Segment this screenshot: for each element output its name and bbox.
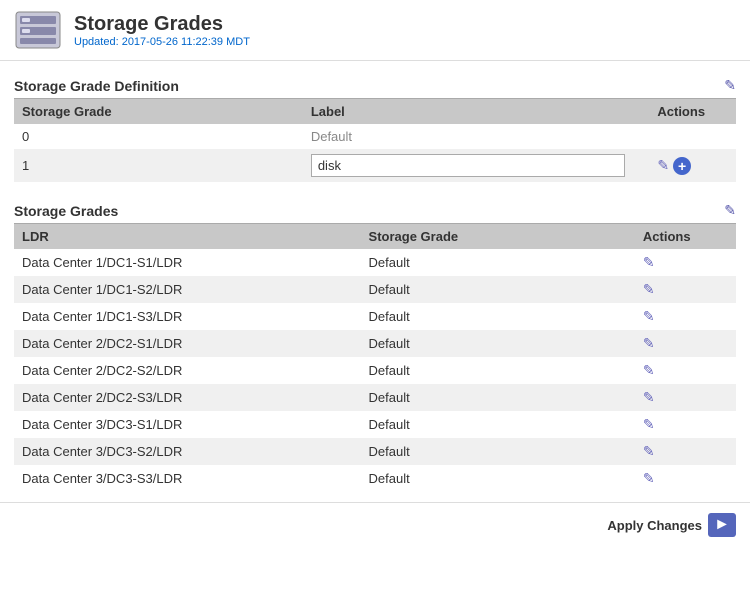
grade-ldr-cell: Data Center 1/DC1-S1/LDR [14,249,361,276]
header-text: Storage Grades Updated: 2017-05-26 11:22… [74,13,250,48]
pencil-icon[interactable]: ✎ [643,443,655,459]
grades-col-actions: Actions [635,224,736,249]
def-grade-cell: 1 [14,149,303,182]
definitions-edit-icon[interactable]: ✎ [724,77,736,94]
table-row: Data Center 3/DC3-S1/LDRDefault ✎ [14,411,736,438]
table-row: Data Center 1/DC1-S3/LDRDefault ✎ [14,303,736,330]
grade-actions-cell: ✎ [635,249,736,276]
grade-actions-cell: ✎ [635,411,736,438]
grades-section-title: Storage Grades [14,203,118,219]
footer-bar: Apply Changes ► [0,502,750,547]
pencil-icon[interactable]: ✎ [643,362,655,378]
grade-value-cell: Default [361,330,635,357]
def-actions-cell: ✎+ [649,149,736,182]
apply-changes-label: Apply Changes [607,518,702,533]
table-row: Data Center 1/DC1-S2/LDRDefault ✎ [14,276,736,303]
def-col-grade: Storage Grade [14,99,303,124]
def-label-input[interactable] [311,154,625,177]
def-label-cell: Default [303,124,650,149]
grade-ldr-cell: Data Center 3/DC3-S1/LDR [14,411,361,438]
grade-ldr-cell: Data Center 3/DC3-S2/LDR [14,438,361,465]
table-row: Data Center 1/DC1-S1/LDRDefault ✎ [14,249,736,276]
grades-col-ldr: LDR [14,224,361,249]
pencil-icon[interactable]: ✎ [643,281,655,297]
apply-changes-button[interactable]: Apply Changes ► [607,513,736,537]
grade-value-cell: Default [361,465,635,492]
table-row: Data Center 3/DC3-S3/LDRDefault ✎ [14,465,736,492]
grades-table: LDR Storage Grade Actions Data Center 1/… [14,224,736,492]
grade-ldr-cell: Data Center 2/DC2-S1/LDR [14,330,361,357]
pencil-icon[interactable]: ✎ [643,335,655,351]
grade-value-cell: Default [361,411,635,438]
grades-edit-icon[interactable]: ✎ [724,202,736,219]
page-header: Storage Grades Updated: 2017-05-26 11:22… [0,0,750,61]
grade-value-cell: Default [361,357,635,384]
definitions-section-header: Storage Grade Definition ✎ [14,71,736,99]
grade-ldr-cell: Data Center 1/DC1-S3/LDR [14,303,361,330]
grade-actions-cell: ✎ [635,384,736,411]
definitions-section: Storage Grade Definition ✎ Storage Grade… [0,71,750,182]
definitions-table-header-row: Storage Grade Label Actions [14,99,736,124]
definitions-section-title: Storage Grade Definition [14,78,179,94]
grade-value-cell: Default [361,384,635,411]
pencil-icon[interactable]: ✎ [643,416,655,432]
grade-actions-cell: ✎ [635,330,736,357]
table-row: 0Default [14,124,736,149]
definitions-table: Storage Grade Label Actions 0Default1 ✎+ [14,99,736,182]
grades-table-header-row: LDR Storage Grade Actions [14,224,736,249]
page-updated: Updated: 2017-05-26 11:22:39 MDT [74,36,250,48]
grade-value-cell: Default [361,303,635,330]
grade-ldr-cell: Data Center 3/DC3-S3/LDR [14,465,361,492]
grades-col-grade: Storage Grade [361,224,635,249]
apply-changes-arrow-icon: ► [708,513,736,537]
table-row: 1 ✎+ [14,149,736,182]
grade-value-cell: Default [361,249,635,276]
def-grade-cell: 0 [14,124,303,149]
grade-actions-cell: ✎ [635,438,736,465]
pencil-icon[interactable]: ✎ [643,470,655,486]
table-row: Data Center 2/DC2-S3/LDRDefault ✎ [14,384,736,411]
pencil-icon[interactable]: ✎ [643,389,655,405]
grade-ldr-cell: Data Center 2/DC2-S2/LDR [14,357,361,384]
add-circle-icon[interactable]: + [673,157,691,175]
def-col-label: Label [303,99,650,124]
def-label-cell [303,149,650,182]
page-title: Storage Grades [74,13,250,36]
pencil-icon[interactable]: ✎ [643,308,655,324]
storage-grades-icon [14,10,62,50]
pencil-icon[interactable]: ✎ [643,254,655,270]
grade-ldr-cell: Data Center 1/DC1-S2/LDR [14,276,361,303]
grade-actions-cell: ✎ [635,357,736,384]
grade-actions-cell: ✎ [635,303,736,330]
table-row: Data Center 2/DC2-S1/LDRDefault ✎ [14,330,736,357]
grades-section: Storage Grades ✎ LDR Storage Grade Actio… [0,196,750,492]
grade-ldr-cell: Data Center 2/DC2-S3/LDR [14,384,361,411]
grade-actions-cell: ✎ [635,276,736,303]
grade-value-cell: Default [361,276,635,303]
grades-section-header: Storage Grades ✎ [14,196,736,224]
def-col-actions: Actions [649,99,736,124]
grade-value-cell: Default [361,438,635,465]
def-actions-cell [649,124,736,149]
grade-actions-cell: ✎ [635,465,736,492]
table-row: Data Center 2/DC2-S2/LDRDefault ✎ [14,357,736,384]
table-row: Data Center 3/DC3-S2/LDRDefault ✎ [14,438,736,465]
pencil-icon[interactable]: ✎ [657,157,669,174]
